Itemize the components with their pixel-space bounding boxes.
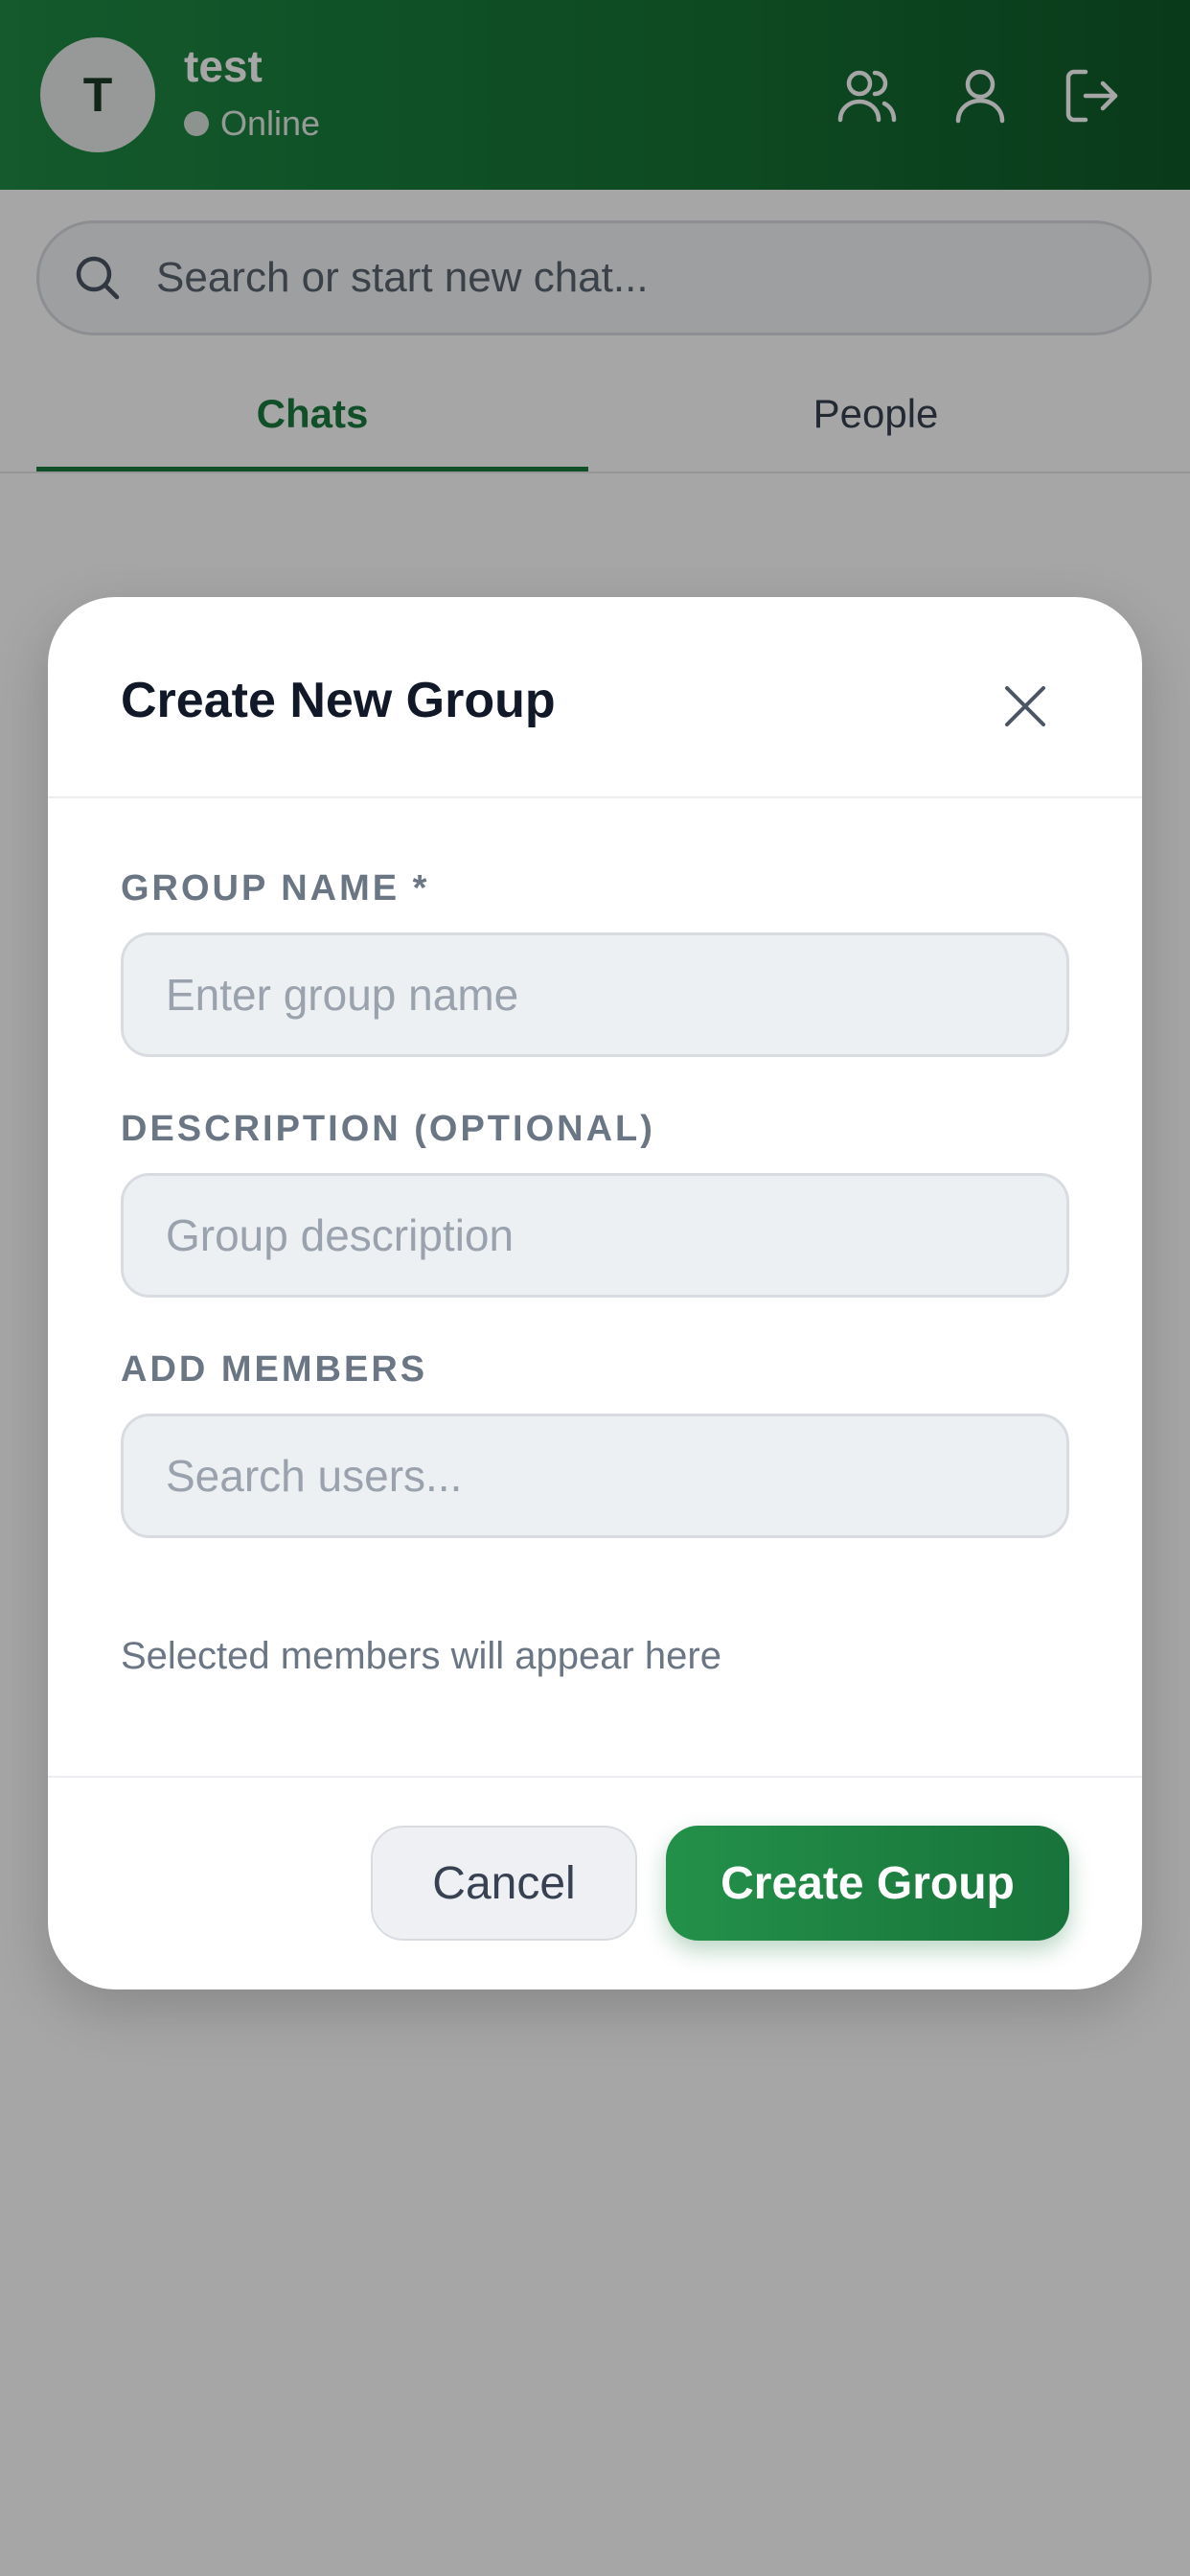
group-name-label: GROUP NAME * (121, 868, 430, 908)
create-group-modal: Create New Group GROUP NAME * DESCRIPTIO… (48, 597, 1142, 1990)
group-name-input[interactable] (121, 932, 1069, 1057)
description-input[interactable] (121, 1173, 1069, 1298)
add-members-label: ADD MEMBERS (121, 1349, 428, 1390)
member-search-input[interactable] (121, 1414, 1069, 1538)
create-group-button[interactable]: Create Group (666, 1826, 1069, 1941)
close-button[interactable] (996, 678, 1054, 735)
description-label: DESCRIPTION (OPTIONAL) (121, 1109, 655, 1149)
selected-members-hint: Selected members will appear here (121, 1635, 721, 1677)
cancel-button[interactable]: Cancel (371, 1826, 637, 1941)
close-icon (1005, 686, 1045, 726)
modal-title: Create New Group (121, 673, 556, 728)
